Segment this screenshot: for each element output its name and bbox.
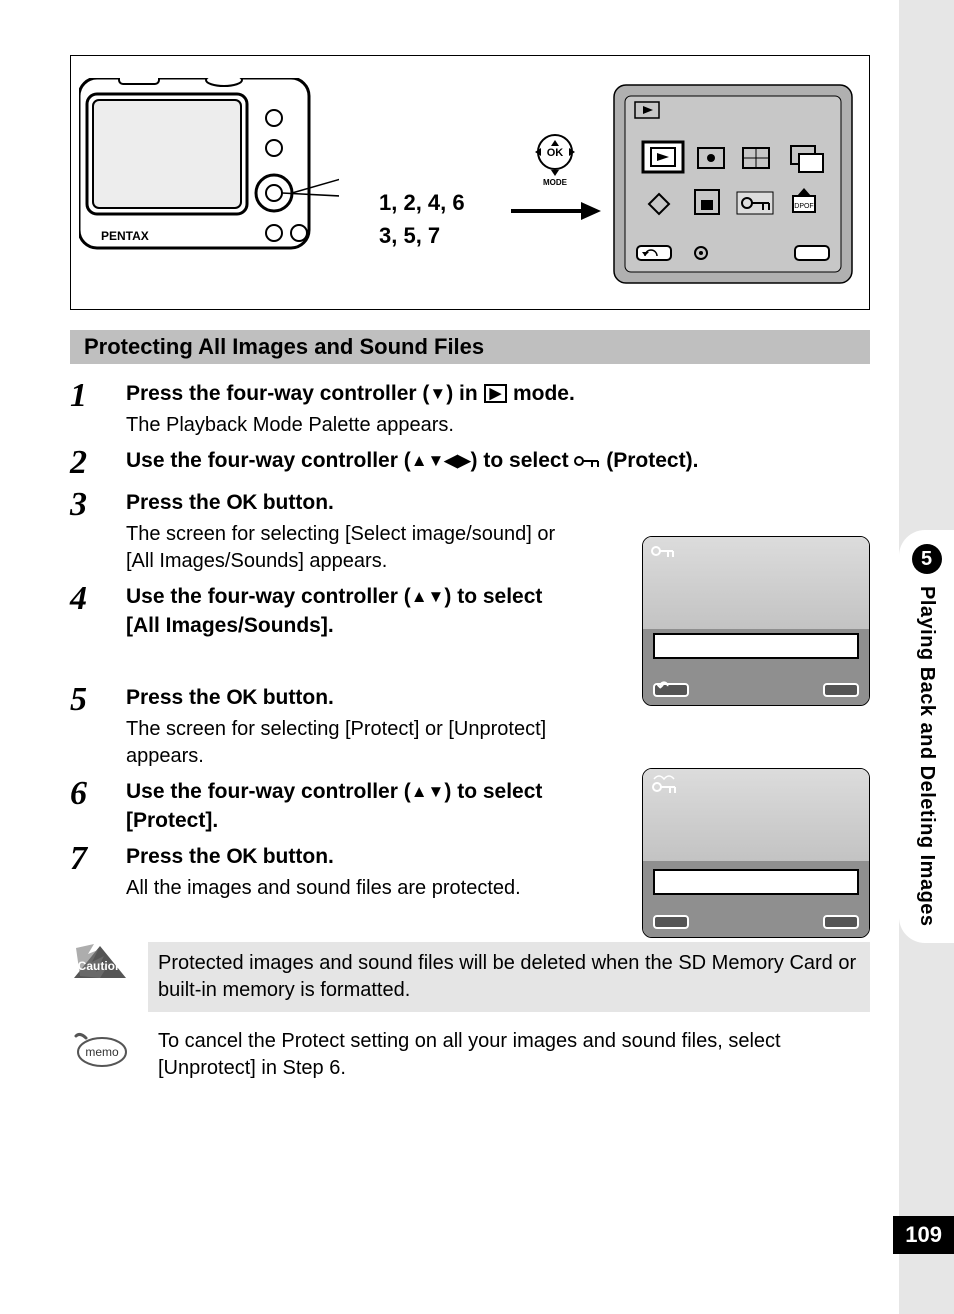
step-desc: The Playback Mode Palette appears.	[126, 412, 870, 439]
step-number: 3	[70, 487, 126, 575]
step-title: Press the OK button.	[126, 684, 570, 712]
step-desc: The screen for selecting [Protect] or [U…	[126, 716, 570, 770]
lcd-select-all-screenshot: ↶	[642, 536, 870, 706]
soft-button-right	[823, 915, 859, 929]
step-reference-labels: 1, 2, 4, 6 3, 5, 7	[379, 186, 465, 252]
brand-label: PENTAX	[101, 229, 149, 243]
svg-text:MODE: MODE	[543, 178, 568, 186]
chapter-tab: 5 Playing Back and Deleting Images	[899, 530, 954, 943]
step-number: 2	[70, 445, 126, 481]
soft-button-left	[653, 915, 689, 929]
playback-mode-icon: ▶	[484, 384, 508, 403]
step-title: Use the four-way controller (▲▼) to sele…	[126, 583, 570, 640]
caution-icon: Caution	[70, 942, 130, 982]
soft-button-right	[823, 683, 859, 697]
protect-key-icon	[651, 543, 675, 559]
step-list: 1 Press the four-way controller (▼) in ▶…	[70, 378, 870, 902]
palette-lcd-illustration: DPOF	[613, 84, 853, 284]
memo-note: memo To cancel the Protect setting on al…	[70, 1028, 870, 1082]
step-number: 7	[70, 841, 126, 902]
step-1: 1 Press the four-way controller (▼) in ▶…	[70, 378, 870, 439]
caution-text: Protected images and sound files will be…	[148, 942, 870, 1012]
step-2: 2 Use the four-way controller (▲▼◀▶) to …	[70, 445, 870, 481]
svg-text:OK: OK	[547, 147, 564, 159]
svg-text:Caution: Caution	[78, 959, 123, 973]
step-title: Use the four-way controller (▲▼◀▶) to se…	[126, 447, 870, 475]
lcd-protect-screenshot	[642, 768, 870, 938]
chapter-title: Playing Back and Deleting Images	[915, 586, 938, 927]
step-title: Press the four-way controller (▼) in ▶ m…	[126, 380, 870, 408]
step-number: 1	[70, 378, 126, 439]
caution-note: Caution Protected images and sound files…	[70, 942, 870, 1012]
step-number: 6	[70, 776, 126, 835]
svg-text:memo: memo	[85, 1045, 119, 1059]
arrow-right-icon	[511, 200, 601, 222]
step-title: Use the four-way controller (▲▼) to sele…	[126, 778, 570, 835]
step-title: Press the OK button.	[126, 489, 570, 517]
menu-highlight	[653, 869, 859, 895]
step-number: 5	[70, 682, 126, 770]
page-number: 109	[893, 1216, 954, 1254]
memo-text: To cancel the Protect setting on all you…	[148, 1028, 870, 1082]
protect-key-icon	[574, 453, 600, 469]
step-ref-line2: 3, 5, 7	[379, 219, 465, 252]
svg-text:DPOF: DPOF	[794, 203, 813, 210]
camera-back-illustration: PENTAX	[79, 78, 339, 278]
memo-icon: memo	[70, 1028, 130, 1070]
step-ref-line1: 1, 2, 4, 6	[379, 186, 465, 219]
ok-mode-icon: OK MODE	[531, 130, 579, 186]
protect-all-icon	[651, 773, 677, 795]
overview-diagram: PENTAX 1, 2, 4, 6 3, 5, 7 OK	[70, 55, 870, 310]
back-icon: ↶	[657, 678, 669, 695]
step-number: 4	[70, 581, 126, 640]
menu-highlight	[653, 633, 859, 659]
section-heading: Protecting All Images and Sound Files	[70, 330, 870, 364]
chapter-number: 5	[912, 544, 942, 574]
step-desc: The screen for selecting [Select image/s…	[126, 521, 570, 575]
page-content: PENTAX 1, 2, 4, 6 3, 5, 7 OK	[70, 55, 870, 1082]
